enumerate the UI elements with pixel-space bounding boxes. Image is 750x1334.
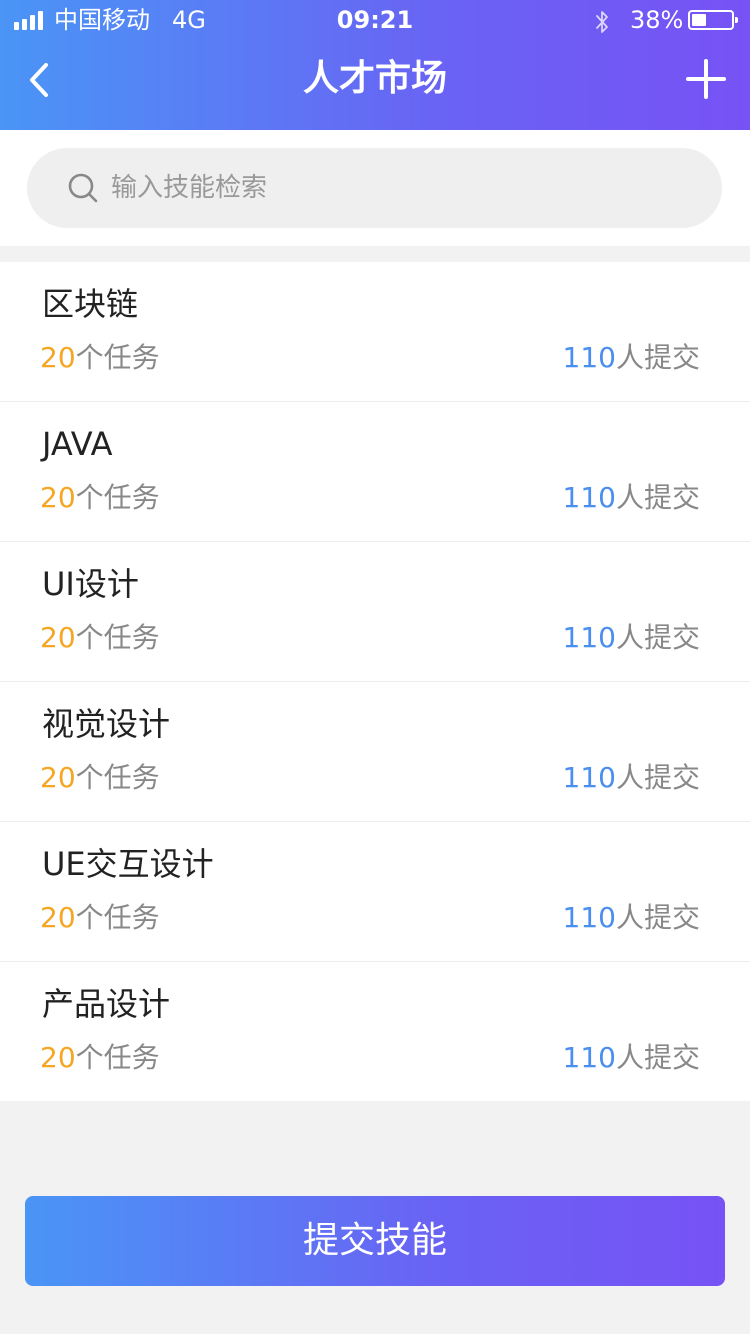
task-count: 20个任务 xyxy=(40,341,160,374)
skill-name: 区块链 xyxy=(42,285,139,323)
submission-count: 110人提交 xyxy=(562,621,700,654)
submit-skill-button[interactable]: 提交技能 xyxy=(25,1196,725,1286)
skill-name: 产品设计 xyxy=(42,985,171,1023)
task-count: 20个任务 xyxy=(40,901,160,934)
battery-percent: 38% xyxy=(630,6,684,34)
search-bar-container xyxy=(0,130,750,246)
status-bar: 中国移动 4G 09:21 38% xyxy=(0,0,750,40)
add-button[interactable] xyxy=(684,57,728,101)
search-input[interactable] xyxy=(111,148,691,228)
task-count: 20个任务 xyxy=(40,621,160,654)
page-title: 人才市场 xyxy=(302,58,447,99)
task-count: 20个任务 xyxy=(40,761,160,794)
task-count: 20个任务 xyxy=(40,481,160,514)
skill-item[interactable]: 区块链 20个任务 110人提交 xyxy=(0,262,750,402)
submission-count: 110人提交 xyxy=(562,341,700,374)
search-box[interactable] xyxy=(27,148,722,228)
battery-fill xyxy=(692,14,706,26)
task-count: 20个任务 xyxy=(40,1041,160,1074)
skill-list: 区块链 20个任务 110人提交 JAVA 20个任务 110人提交 UI设计 … xyxy=(0,262,750,1101)
skill-item[interactable]: UI设计 20个任务 110人提交 xyxy=(0,542,750,682)
skill-name: 视觉设计 xyxy=(42,705,171,743)
submission-count: 110人提交 xyxy=(562,761,700,794)
search-icon xyxy=(68,173,98,203)
skill-name: UI设计 xyxy=(42,565,139,603)
back-arrow-icon xyxy=(30,63,48,97)
app-header: 中国移动 4G 09:21 38% 人才市场 xyxy=(0,0,750,130)
skill-item[interactable]: UE交互设计 20个任务 110人提交 xyxy=(0,822,750,962)
skill-item[interactable]: 产品设计 20个任务 110人提交 xyxy=(0,962,750,1101)
skill-name: UE交互设计 xyxy=(42,845,214,883)
skill-item[interactable]: 视觉设计 20个任务 110人提交 xyxy=(0,682,750,822)
bluetooth-icon xyxy=(596,11,608,33)
skill-item[interactable]: JAVA 20个任务 110人提交 xyxy=(0,402,750,542)
submission-count: 110人提交 xyxy=(562,901,700,934)
submission-count: 110人提交 xyxy=(562,1041,700,1074)
submission-count: 110人提交 xyxy=(562,481,700,514)
plus-icon xyxy=(686,59,726,99)
back-button[interactable] xyxy=(20,55,60,105)
skill-name: JAVA xyxy=(42,425,113,463)
battery-icon xyxy=(688,10,738,30)
